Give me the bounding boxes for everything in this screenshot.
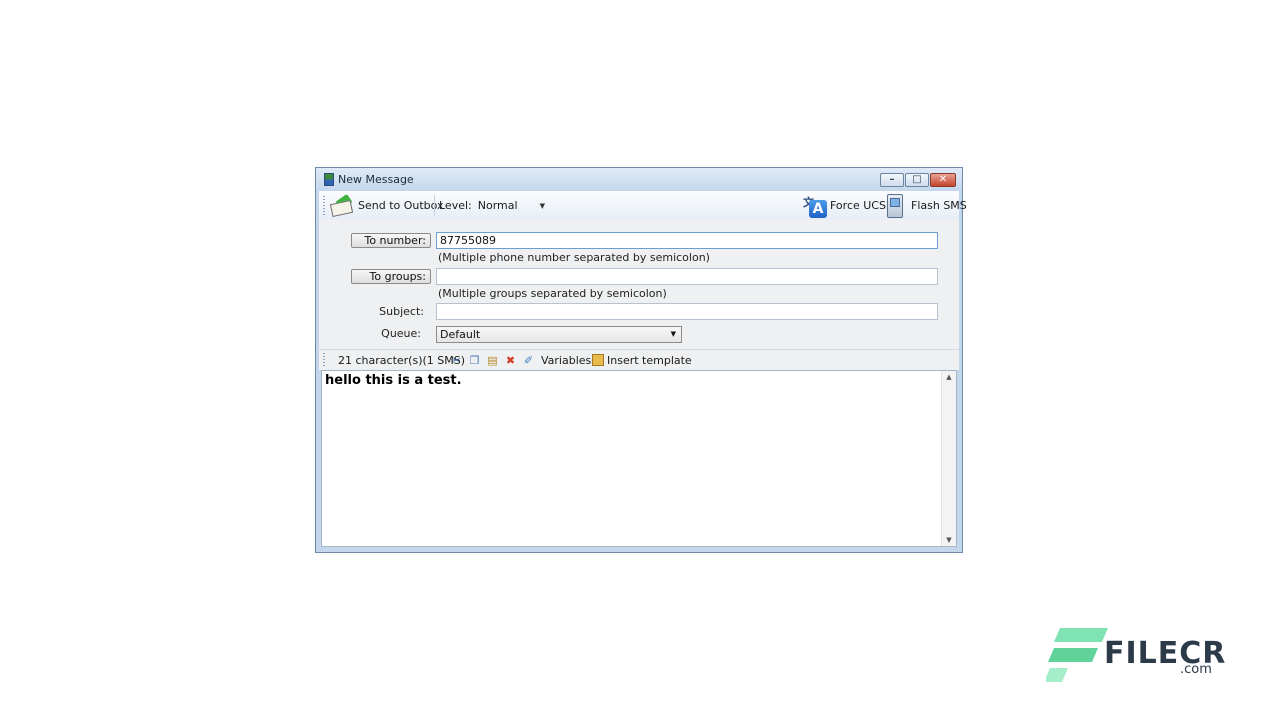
clear-button[interactable]: ✐ bbox=[522, 350, 535, 370]
variables-label: Variables bbox=[541, 353, 592, 367]
copy-icon: ❐ bbox=[469, 353, 480, 367]
to-groups-hint: (Multiple groups separated by semicolon) bbox=[438, 287, 667, 300]
maximize-button[interactable]: □ bbox=[905, 173, 929, 187]
chevron-down-icon: ▼ bbox=[539, 201, 545, 210]
to-number-input[interactable] bbox=[436, 232, 938, 249]
char-count: 21 character(s)(1 SMS) bbox=[338, 353, 466, 367]
chevron-down-icon: ▼ bbox=[670, 330, 676, 338]
editor-toolbar: 21 character(s)(1 SMS) ✂ ❐ ▤ ✖ ✐ Variabl… bbox=[319, 349, 959, 370]
to-number-button[interactable]: To number: bbox=[351, 233, 431, 248]
close-icon: ✕ bbox=[938, 174, 948, 185]
toolbar-grip[interactable] bbox=[323, 353, 325, 366]
level-label: Level: bbox=[439, 199, 472, 212]
force-ucs2-label: Force UCS2 bbox=[830, 199, 893, 212]
queue-label: Queue: bbox=[381, 327, 421, 340]
subject-label: Subject: bbox=[379, 305, 424, 318]
subject-input[interactable] bbox=[436, 303, 938, 320]
close-button[interactable]: ✕ bbox=[930, 173, 956, 187]
send-to-outbox-button[interactable]: Send to Outbox bbox=[329, 191, 444, 220]
message-editor[interactable]: hello this is a test. ▲ ▼ bbox=[321, 370, 957, 547]
insert-template-button[interactable]: Insert template bbox=[592, 350, 692, 370]
new-message-window: New Message – □ ✕ Send to Outbox Level: … bbox=[315, 167, 967, 553]
insert-template-label: Insert template bbox=[607, 353, 692, 367]
force-ucs2-button[interactable]: 文A Force UCS2 bbox=[803, 191, 893, 220]
minimize-button[interactable]: – bbox=[880, 173, 904, 187]
scissors-icon: ✂ bbox=[451, 353, 462, 367]
editor-scrollbar[interactable]: ▲ ▼ bbox=[941, 371, 956, 546]
send-to-outbox-label: Send to Outbox bbox=[358, 199, 444, 212]
level-control: Level: Normal ▼ bbox=[439, 191, 545, 220]
to-number-hint: (Multiple phone number separated by semi… bbox=[438, 251, 710, 264]
maximize-icon: □ bbox=[912, 174, 922, 185]
to-groups-input[interactable] bbox=[436, 268, 938, 285]
window-title: New Message bbox=[338, 173, 414, 186]
scroll-down-icon[interactable]: ▼ bbox=[942, 536, 956, 544]
message-body: hello this is a test. bbox=[325, 373, 462, 388]
to-groups-button[interactable]: To groups: bbox=[351, 269, 431, 284]
delete-icon: ✖ bbox=[505, 353, 516, 367]
queue-select[interactable]: Default ▼ bbox=[436, 326, 682, 343]
message-form: To number: (Multiple phone number separa… bbox=[319, 220, 959, 349]
queue-value: Default bbox=[440, 328, 481, 341]
send-envelope-icon bbox=[329, 193, 354, 217]
toolbar-grip[interactable] bbox=[323, 196, 325, 216]
watermark: FILECR .com bbox=[1046, 628, 1225, 684]
main-toolbar: Send to Outbox Level: Normal ▼ 文A Force … bbox=[319, 191, 967, 220]
filecr-logo-icon bbox=[1046, 628, 1108, 682]
delete-button[interactable]: ✖ bbox=[504, 350, 517, 370]
level-value: Normal bbox=[477, 199, 518, 212]
copy-button[interactable]: ❐ bbox=[468, 350, 481, 370]
level-dropdown[interactable]: Normal ▼ bbox=[478, 199, 545, 212]
translate-icon: 文A bbox=[803, 194, 827, 218]
flash-sms-button[interactable]: Flash SMS bbox=[887, 191, 967, 220]
title-bar: New Message – □ ✕ bbox=[316, 168, 962, 190]
scroll-up-icon[interactable]: ▲ bbox=[942, 373, 956, 381]
eraser-icon: ✐ bbox=[523, 353, 534, 367]
paste-button[interactable]: ▤ bbox=[486, 350, 499, 370]
watermark-domain: .com bbox=[1180, 662, 1212, 677]
phone-icon bbox=[887, 193, 903, 218]
toolbar-separator bbox=[434, 195, 435, 216]
template-icon bbox=[592, 354, 604, 366]
window-controls: – □ ✕ bbox=[880, 173, 956, 187]
minimize-icon: – bbox=[889, 174, 895, 185]
app-icon bbox=[324, 173, 334, 186]
paste-icon: ▤ bbox=[487, 353, 498, 367]
flash-sms-label: Flash SMS bbox=[911, 199, 967, 212]
cut-button[interactable]: ✂ bbox=[450, 350, 463, 370]
